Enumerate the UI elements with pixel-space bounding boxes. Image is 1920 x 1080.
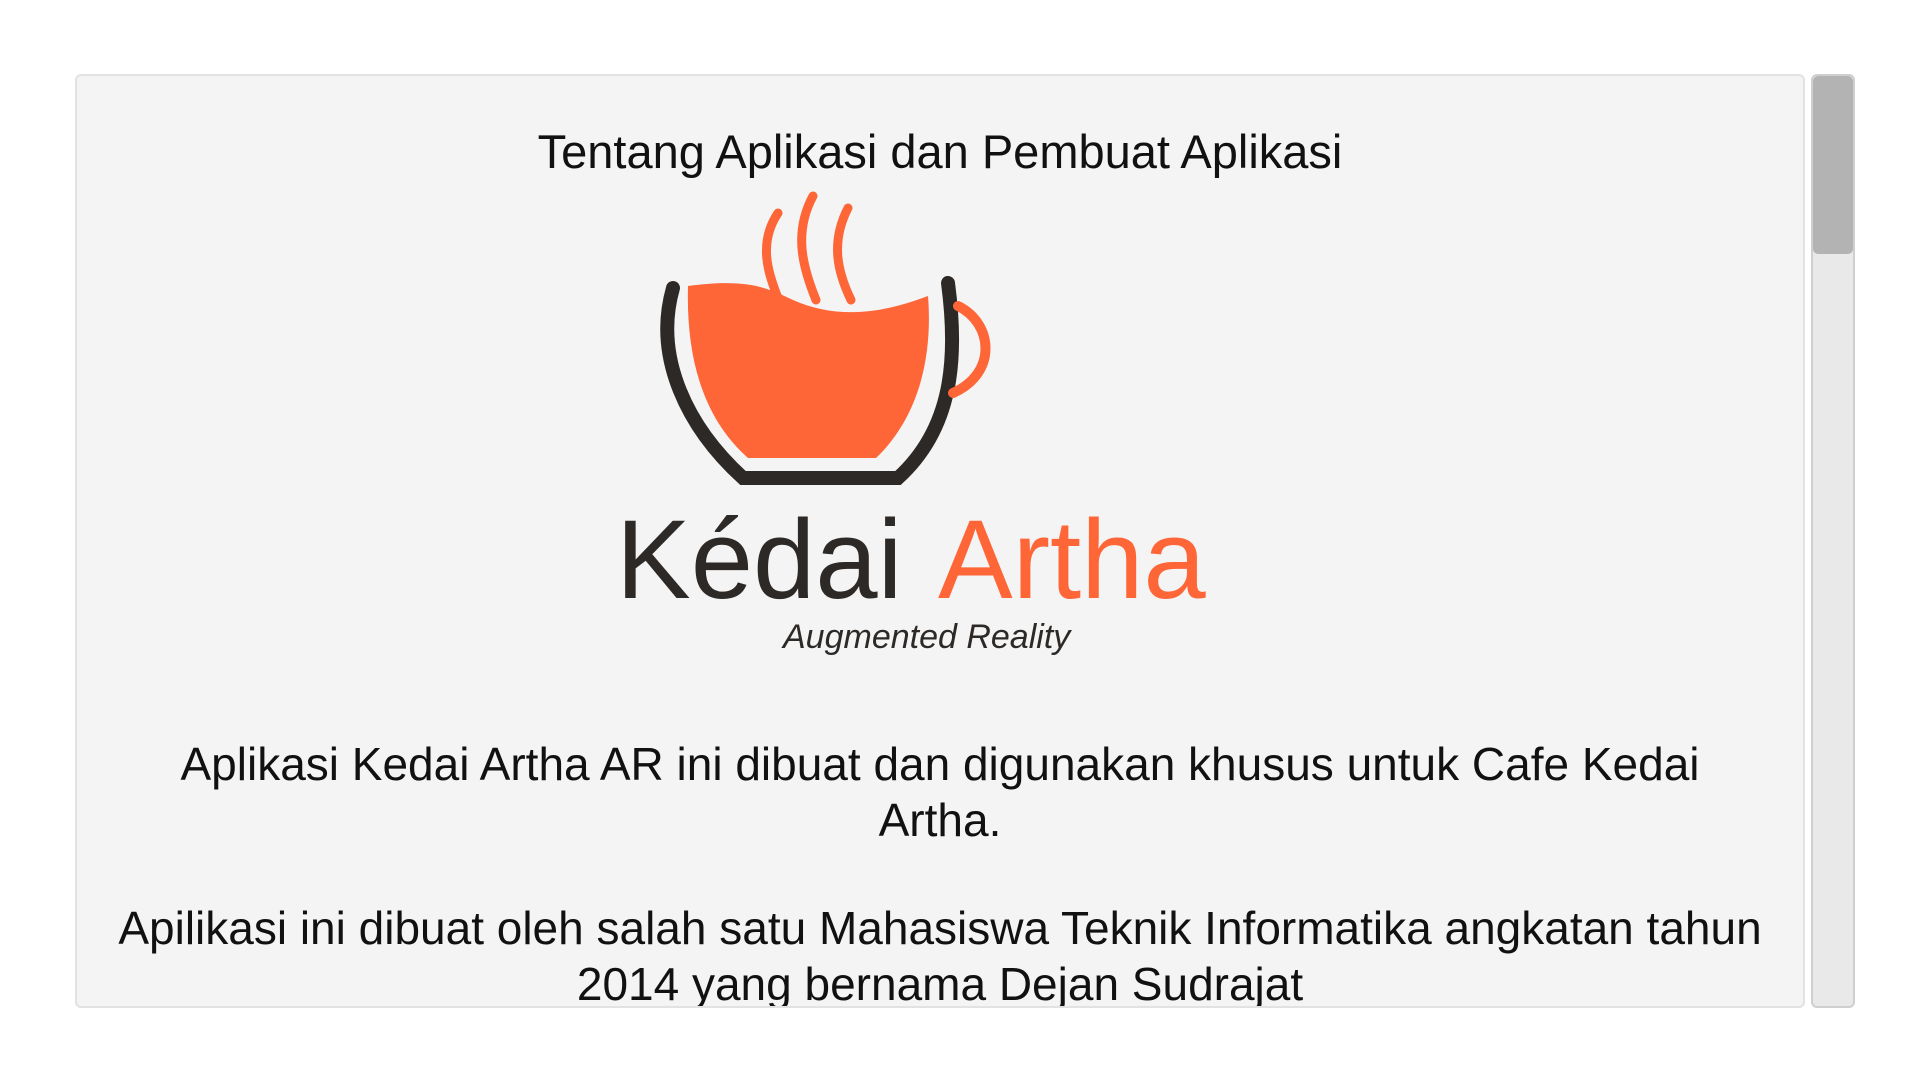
brand-name-accent: Artha xyxy=(938,497,1206,622)
about-panel: Tentang Aplikasi dan Pembuat Aplikasi Ké… xyxy=(75,74,1805,1008)
scrollbar-thumb[interactable] xyxy=(1813,76,1853,254)
brand-name-dark: Kédai xyxy=(616,497,902,622)
vertical-scrollbar[interactable] xyxy=(1811,74,1855,1008)
author-description: Apilikasi ini dibuat oleh salah satu Mah… xyxy=(118,902,1762,1008)
page-title: Tentang Aplikasi dan Pembuat Aplikasi xyxy=(537,125,1343,178)
brand-tagline: Augmented Reality xyxy=(781,618,1072,656)
steam-middle-icon xyxy=(797,191,821,305)
cup-liquid-icon xyxy=(687,283,929,458)
kedai-artha-logo: Kédai Artha Augmented Reality xyxy=(616,191,1206,656)
app-description: Aplikasi Kedai Artha AR ini dibuat dan d… xyxy=(180,738,1700,846)
steam-left-icon xyxy=(761,208,783,303)
steam-right-icon xyxy=(833,203,856,305)
